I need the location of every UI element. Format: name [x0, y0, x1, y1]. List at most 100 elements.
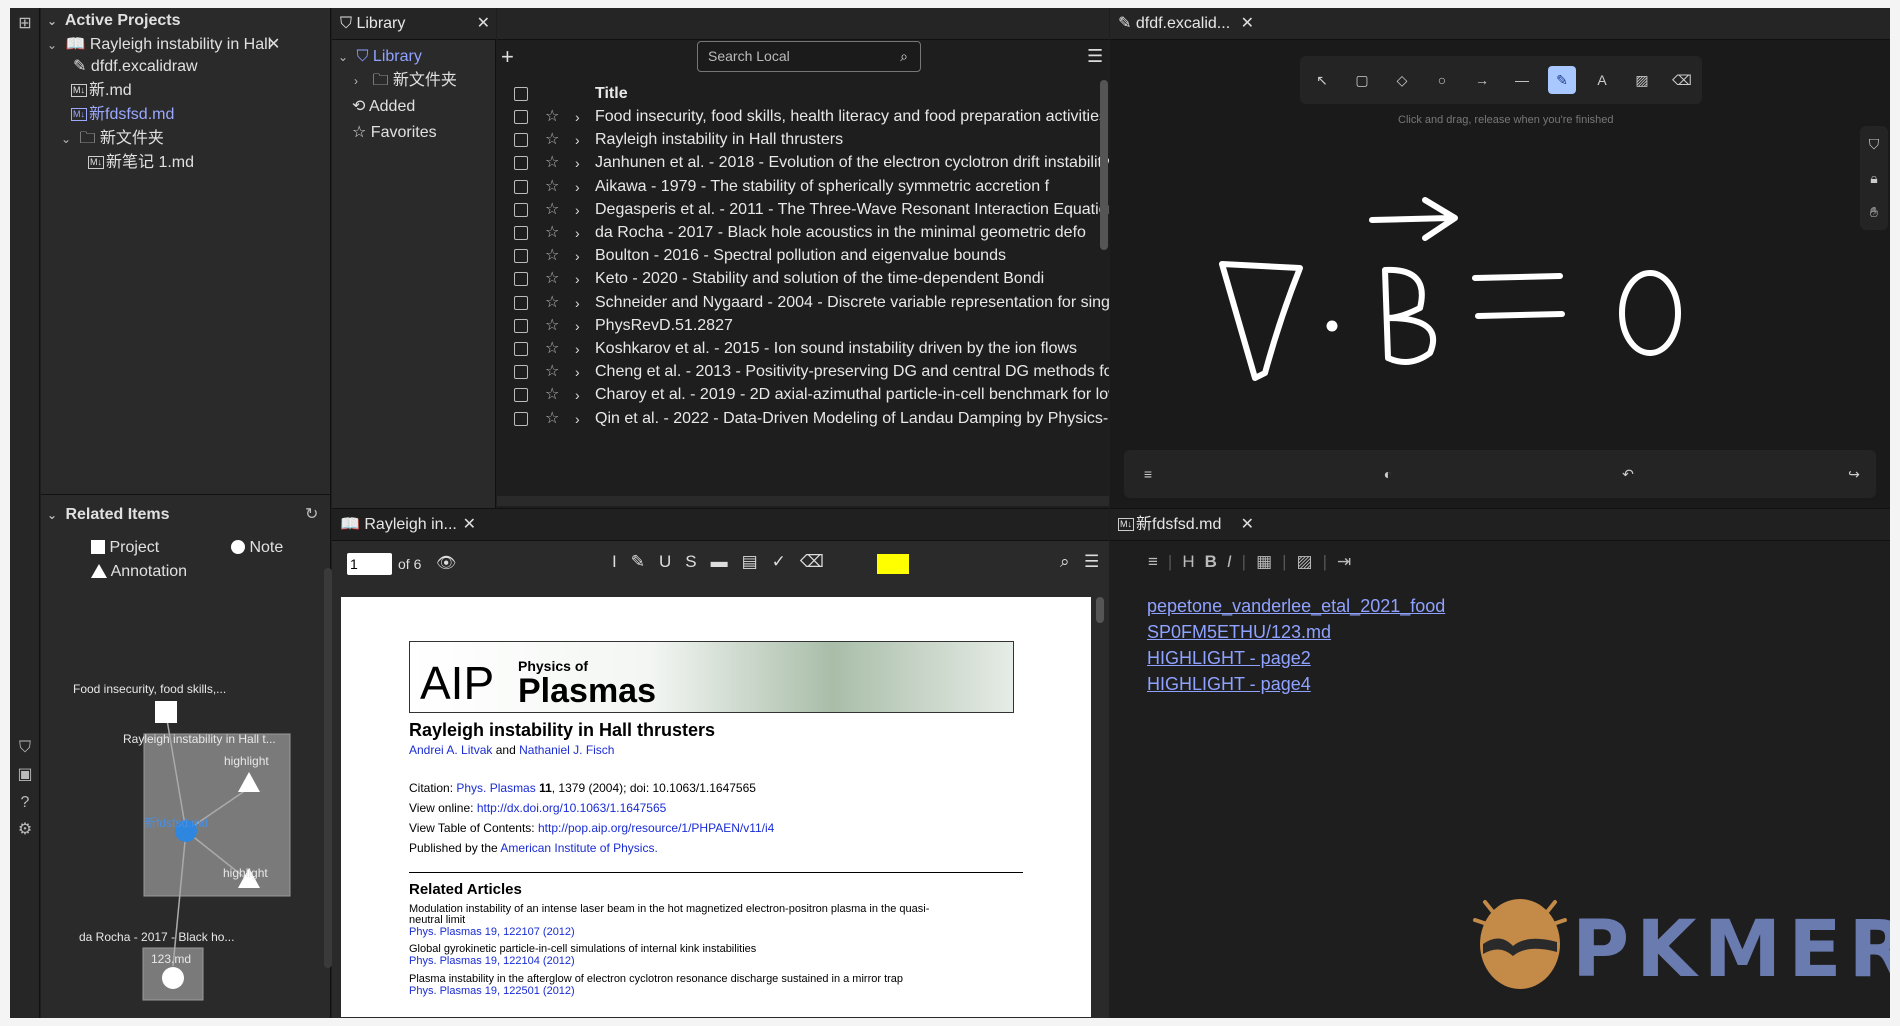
heading-icon[interactable]: H [1182, 552, 1204, 571]
project-tree-icon[interactable]: ⊞ [15, 14, 35, 34]
pen-icon[interactable]: ✎ [631, 552, 659, 571]
arrow-icon[interactable]: → [1468, 66, 1496, 94]
image-icon[interactable]: ▨ [1628, 66, 1656, 94]
hand-icon[interactable]: ✋︎ [1860, 198, 1888, 226]
md-link[interactable]: HIGHLIGHT - page4 [1147, 674, 1311, 695]
select-all-checkbox[interactable] [514, 87, 528, 101]
md-link[interactable]: HIGHLIGHT - page2 [1147, 648, 1311, 669]
search-icon[interactable]: ⌕ [1060, 552, 1070, 572]
rectangle-icon[interactable]: ▢ [1348, 66, 1376, 94]
indent-icon[interactable]: ⇥ [1337, 552, 1361, 571]
diamond-icon[interactable]: ◇ [1388, 66, 1416, 94]
image-icon[interactable]: ▨ [1297, 552, 1323, 571]
scrollbar[interactable] [324, 568, 332, 968]
circle-icon [231, 540, 245, 554]
row-checkbox[interactable] [514, 342, 528, 356]
library-root[interactable]: ⌄ ⛉ Library [338, 44, 422, 69]
tab-excalidraw[interactable]: ✎ dfdf.excalid... ✕ [1110, 8, 1260, 40]
row-checkbox[interactable] [514, 156, 528, 171]
related-ref[interactable]: Phys. Plasmas 19, 122107 (2012) [409, 926, 575, 938]
pointer-icon[interactable]: ↖ [1308, 66, 1336, 94]
row-checkbox[interactable] [514, 388, 528, 403]
page-number-input[interactable]: 1 [347, 553, 392, 575]
folder-item[interactable]: ⌄ 🗀 新文件夹 [61, 126, 164, 151]
close-project-icon[interactable]: ✕ [267, 32, 280, 57]
line-icon[interactable]: — [1508, 66, 1536, 94]
related-ref[interactable]: Phys. Plasmas 19, 122104 (2012) [409, 955, 575, 967]
scrollbar[interactable] [1100, 80, 1108, 250]
hint-text: Click and drag, release when you're fini… [1398, 114, 1614, 126]
close-icon[interactable]: ✕ [1241, 8, 1254, 40]
file-item-note[interactable]: M↓ 新笔记 1.md [88, 150, 194, 175]
outline-icon[interactable]: ☰ [1084, 552, 1099, 572]
chevron-right-icon[interactable]: › [575, 405, 580, 433]
row-checkbox[interactable] [514, 249, 528, 264]
table-row[interactable]: ☆ › Qin et al. - 2022 - Data-Driven Modeli… [497, 405, 1109, 433]
lock-icon[interactable]: 🔒︎ [1860, 164, 1888, 192]
file-item-md[interactable]: M↓ 新.md [71, 78, 132, 103]
eye-icon[interactable]: 👁︎ [436, 553, 456, 573]
file-item-md-active[interactable]: M↓ 新fdsfsd.md [71, 102, 174, 127]
row-checkbox[interactable] [514, 110, 528, 124]
list-menu-icon[interactable]: ☰ [1087, 46, 1103, 67]
share-icon[interactable]: ↪ [1840, 460, 1868, 488]
comment-icon[interactable]: ▤ [742, 552, 772, 571]
align-icon[interactable]: ≡ [1148, 552, 1168, 571]
library-added[interactable]: ⟲ Added [352, 94, 415, 119]
graph-node-note[interactable] [162, 967, 184, 989]
table-icon[interactable]: ▦ [1256, 552, 1282, 571]
row-checkbox[interactable] [514, 202, 528, 217]
scrollbar[interactable] [1096, 597, 1104, 623]
related-ref[interactable]: Phys. Plasmas 19, 122501 (2012) [409, 985, 575, 997]
row-checkbox[interactable] [514, 133, 528, 148]
undo-icon[interactable]: ↶ [1614, 460, 1642, 488]
strikethrough-icon[interactable]: S [685, 552, 710, 571]
active-projects-header[interactable]: ⌄ Active Projects [47, 8, 180, 33]
tab-pdf[interactable]: 📖 Rayleigh in... ✕ [332, 509, 482, 541]
italic-icon[interactable]: I [1227, 552, 1242, 571]
ellipse-icon[interactable]: ○ [1428, 66, 1456, 94]
file-item-excalidraw[interactable]: ✎ dfdf.excalidraw [73, 54, 198, 79]
camera-icon[interactable]: ▣ [15, 765, 35, 785]
add-icon[interactable]: + [501, 44, 514, 70]
text-cursor-icon[interactable]: I [612, 552, 631, 571]
row-checkbox[interactable] [514, 318, 528, 333]
gear-icon[interactable]: ⚙ [15, 820, 35, 840]
library-folder[interactable]: › 🗀 新文件夹 [354, 68, 457, 93]
help-icon[interactable]: ? [15, 793, 35, 813]
ink-icon[interactable]: ✓ [772, 552, 800, 571]
h-scrollbar[interactable] [497, 496, 1109, 506]
md-link[interactable]: SP0FM5ETHU/123.md [1147, 622, 1331, 643]
drawing-canvas[interactable] [1110, 158, 1860, 388]
star-icon[interactable]: ☆ [545, 405, 559, 433]
highlight-color-swatch[interactable] [877, 554, 909, 574]
pencil-icon[interactable]: ✎ [1548, 66, 1576, 94]
bold-icon[interactable]: B [1205, 552, 1227, 571]
row-checkbox[interactable] [514, 272, 528, 287]
eraser-icon[interactable]: ⌫ [800, 552, 838, 571]
row-checkbox[interactable] [514, 365, 528, 380]
library-favorites[interactable]: ☆ Favorites [352, 120, 437, 145]
refresh-icon[interactable]: ↻ [305, 502, 318, 527]
graph-node-project[interactable] [155, 701, 177, 723]
text-icon[interactable]: A [1588, 66, 1616, 94]
library-icon[interactable]: ⛉ [1860, 130, 1888, 158]
underline-icon[interactable]: U [659, 552, 685, 571]
palette-icon[interactable]: ◐ [1374, 460, 1402, 488]
book-open-icon[interactable]: ⛉ [15, 738, 35, 758]
search-input[interactable]: Search Local ⌕ [697, 41, 921, 72]
row-checkbox[interactable] [514, 411, 528, 426]
row-checkbox[interactable] [514, 226, 528, 240]
tab-markdown[interactable]: M↓ 新fdsfsd.md ✕ [1110, 509, 1260, 541]
related-items-header[interactable]: ⌄ Related Items [47, 502, 170, 527]
close-icon[interactable]: ✕ [477, 8, 490, 40]
menu-icon[interactable]: ≡ [1134, 460, 1162, 488]
close-icon[interactable]: ✕ [1241, 509, 1254, 541]
row-checkbox[interactable] [514, 179, 528, 194]
tab-library[interactable]: ⛉ Library ✕ [332, 8, 496, 40]
rectangle-icon[interactable]: ▬ [711, 552, 742, 571]
md-link[interactable]: pepetone_vanderlee_etal_2021_food [1147, 596, 1445, 617]
row-checkbox[interactable] [514, 295, 528, 310]
eraser-icon[interactable]: ⌫ [1668, 66, 1696, 94]
close-icon[interactable]: ✕ [463, 509, 476, 541]
